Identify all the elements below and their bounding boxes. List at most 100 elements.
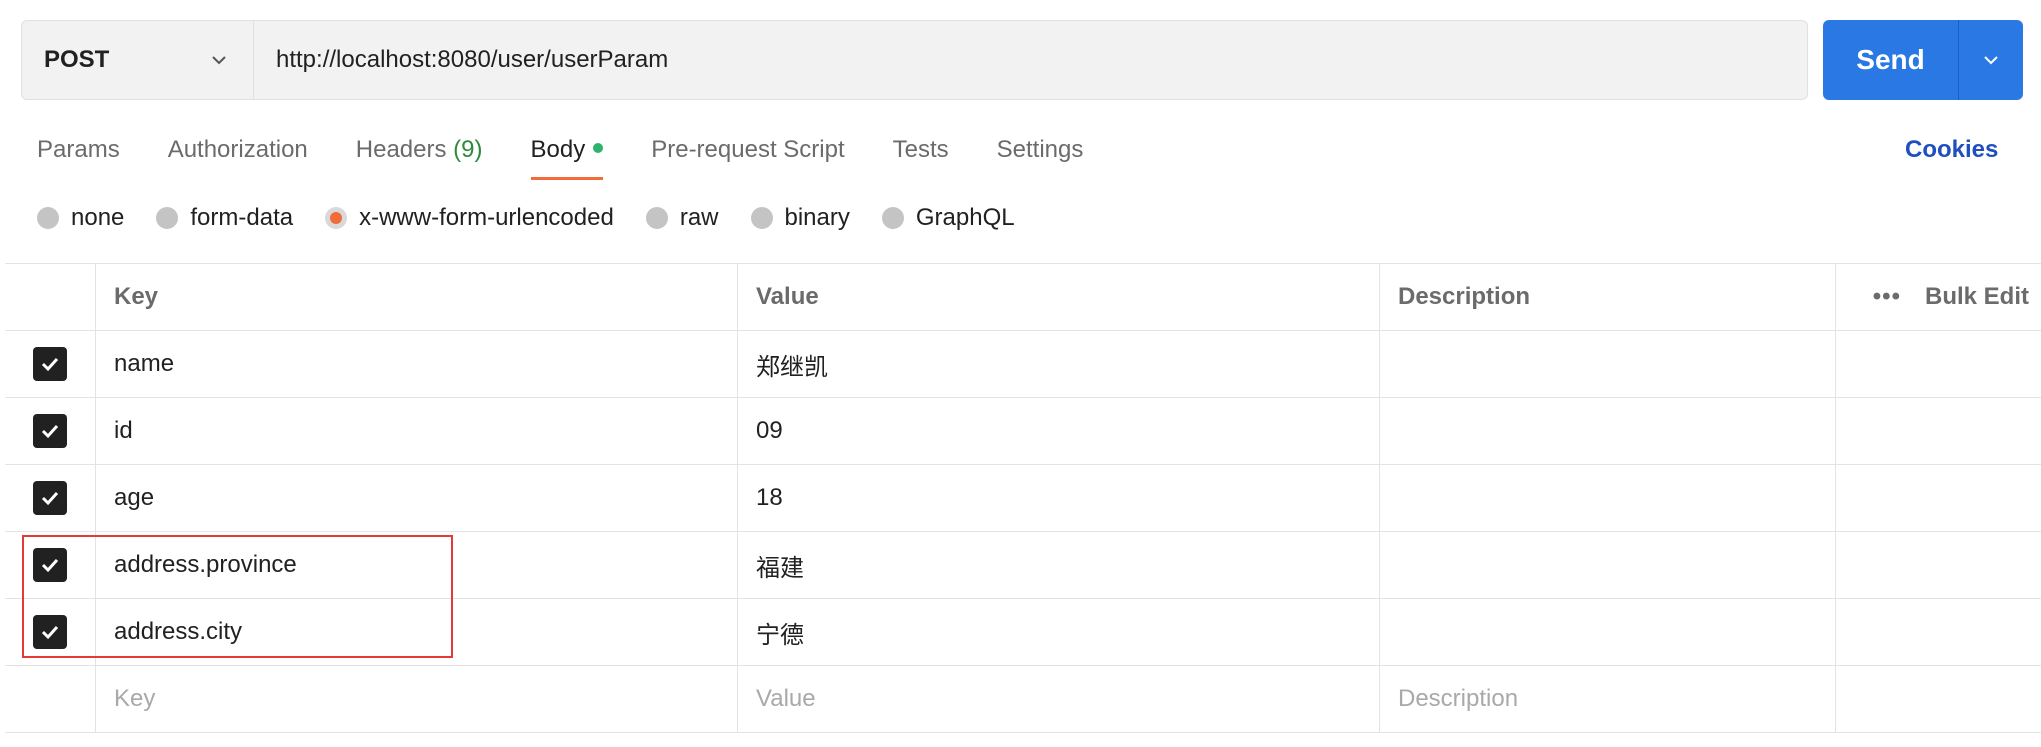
- radio-none[interactable]: none: [37, 204, 124, 232]
- radio-label: raw: [679, 204, 719, 231]
- method-select[interactable]: POST: [22, 21, 254, 99]
- check-icon: [41, 424, 59, 439]
- bulk-edit-link[interactable]: Bulk Edit: [1925, 283, 2029, 311]
- url-input[interactable]: http://localhost:8080/user/userParam: [254, 46, 668, 74]
- send-button-group: Send: [1823, 20, 2023, 100]
- value-cell[interactable]: 宁德: [737, 599, 1379, 665]
- radio-circle: [37, 207, 59, 229]
- header-check-cell: [5, 264, 95, 330]
- header-description: Description: [1379, 264, 1835, 330]
- tab-label: Tests: [892, 136, 949, 163]
- radio-circle: [645, 207, 668, 229]
- radio-label: GraphQL: [915, 204, 1015, 231]
- radio-graphql[interactable]: GraphQL: [881, 204, 1015, 232]
- key-cell[interactable]: age: [95, 465, 737, 531]
- header-value: Value: [737, 264, 1379, 330]
- new-key-input[interactable]: Key: [95, 666, 737, 732]
- row-checkbox[interactable]: [33, 615, 67, 649]
- value-cell[interactable]: 18: [737, 465, 1379, 531]
- radio-raw[interactable]: raw: [645, 204, 719, 232]
- tab-tests[interactable]: Tests: [893, 130, 949, 180]
- send-dropdown-button[interactable]: [1958, 20, 2023, 100]
- row-check-cell: [5, 465, 95, 531]
- tab-settings[interactable]: Settings: [997, 130, 1084, 180]
- body-type-selector: none form-data x-www-form-urlencoded raw…: [37, 204, 1047, 232]
- tab-params[interactable]: Params: [37, 130, 120, 180]
- row-actions-cell: [1835, 398, 2041, 464]
- radio-label: form-data: [190, 204, 294, 231]
- description-cell[interactable]: [1379, 398, 1835, 464]
- row-check-cell: [5, 398, 95, 464]
- radio-circle: [750, 207, 773, 229]
- tab-pre-request-script[interactable]: Pre-request Script: [651, 130, 844, 180]
- tab-label: Params: [37, 136, 120, 163]
- tab-label: Authorization: [167, 136, 308, 163]
- table-header-row: Key Value Description ••• Bulk Edit: [5, 264, 2041, 331]
- radio-form-data[interactable]: form-data: [156, 204, 293, 232]
- body-status-dot: [593, 142, 604, 153]
- params-table: Key Value Description ••• Bulk Edit name…: [5, 263, 2041, 733]
- send-button[interactable]: Send: [1823, 20, 1958, 100]
- radio-circle: [156, 207, 179, 229]
- check-icon: [41, 558, 59, 573]
- check-icon: [41, 491, 59, 506]
- row-check-cell: [5, 532, 95, 598]
- tab-label: Body: [530, 136, 586, 163]
- tab-headers[interactable]: Headers (9): [356, 130, 483, 180]
- table-new-row: Key Value Description: [5, 666, 2041, 733]
- radio-circle: [881, 207, 904, 229]
- description-cell[interactable]: [1379, 331, 1835, 397]
- header-actions: ••• Bulk Edit: [1835, 264, 2041, 330]
- row-actions-cell: [1835, 532, 2041, 598]
- chevron-down-icon: [212, 56, 226, 65]
- request-tabs: Params Authorization Headers (9) Body Pr…: [37, 130, 1131, 180]
- tab-authorization[interactable]: Authorization: [168, 130, 308, 180]
- row-checkbox[interactable]: [33, 414, 67, 448]
- row-actions-cell: [1835, 599, 2041, 665]
- radio-x-www-form-urlencoded[interactable]: x-www-form-urlencoded: [325, 204, 614, 232]
- row-checkbox[interactable]: [33, 347, 67, 381]
- more-dots-icon[interactable]: •••: [1873, 283, 1901, 311]
- new-description-input[interactable]: Description: [1379, 666, 1835, 732]
- headers-count: (9): [453, 136, 483, 163]
- table-row: address.city 宁德: [5, 599, 2041, 666]
- header-key: Key: [95, 264, 737, 330]
- row-check-cell: [5, 666, 95, 732]
- value-cell[interactable]: 郑继凯: [737, 331, 1379, 397]
- row-checkbox[interactable]: [33, 481, 67, 515]
- chevron-down-icon: [1984, 56, 1998, 65]
- value-cell[interactable]: 09: [737, 398, 1379, 464]
- key-cell[interactable]: id: [95, 398, 737, 464]
- value-cell[interactable]: 福建: [737, 532, 1379, 598]
- description-cell[interactable]: [1379, 599, 1835, 665]
- check-icon: [41, 625, 59, 640]
- key-cell[interactable]: address.city: [95, 599, 737, 665]
- key-cell[interactable]: name: [95, 331, 737, 397]
- radio-binary[interactable]: binary: [750, 204, 850, 232]
- method-label: POST: [44, 46, 110, 73]
- top-strip: [0, 0, 2041, 4]
- table-row: name 郑继凯: [5, 331, 2041, 398]
- tab-label: Headers: [355, 136, 447, 163]
- tab-label: Pre-request Script: [651, 136, 845, 163]
- description-cell[interactable]: [1379, 465, 1835, 531]
- tab-body[interactable]: Body: [530, 130, 604, 180]
- radio-label: x-www-form-urlencoded: [359, 204, 614, 231]
- tab-label: Settings: [996, 136, 1084, 163]
- radio-label: binary: [784, 204, 850, 231]
- row-checkbox[interactable]: [33, 548, 67, 582]
- new-value-input[interactable]: Value: [737, 666, 1379, 732]
- table-row: id 09: [5, 398, 2041, 465]
- row-check-cell: [5, 599, 95, 665]
- description-cell[interactable]: [1379, 532, 1835, 598]
- row-check-cell: [5, 331, 95, 397]
- row-actions-cell: [1835, 465, 2041, 531]
- check-icon: [41, 357, 59, 372]
- key-cell[interactable]: address.province: [95, 532, 737, 598]
- radio-label: none: [71, 204, 125, 231]
- request-bar: POST http://localhost:8080/user/userPara…: [21, 20, 1808, 100]
- table-row: address.province 福建: [5, 532, 2041, 599]
- radio-circle: [325, 207, 348, 229]
- table-row: age 18: [5, 465, 2041, 532]
- cookies-link[interactable]: Cookies: [1905, 130, 1998, 170]
